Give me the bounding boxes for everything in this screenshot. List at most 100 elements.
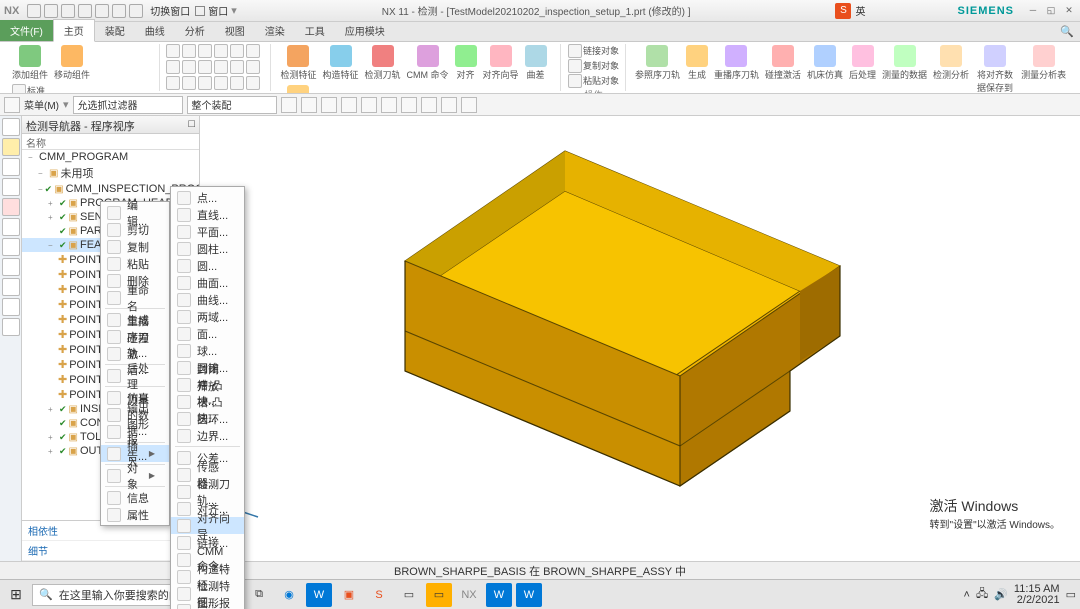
tray-notif-icon[interactable]: ▭ [1066,588,1076,601]
ref-path-button[interactable]: 参照序刀轨 [633,44,682,82]
menu-item[interactable]: 对齐向导... [171,517,244,534]
sogou-ime-icon[interactable]: S [835,3,851,19]
collision-button[interactable]: 碰撞激活 [763,44,803,82]
ime-label[interactable]: 英 [855,3,865,18]
menu-item[interactable]: 图形报告... [171,602,244,609]
insp-analysis-button[interactable]: 检测分析 [931,44,971,82]
close-button[interactable]: ✕ [1062,5,1076,17]
qat-switch-window[interactable]: 切换窗口 [150,3,190,18]
sm-icon[interactable] [214,76,228,90]
tab-tools[interactable]: 工具 [295,20,335,41]
menu-item[interactable]: 两域... [171,308,244,325]
menu-item[interactable]: 边界... [171,427,244,444]
ime-opt3-icon[interactable] [901,5,913,17]
qat-open-icon[interactable] [44,4,58,18]
start-button[interactable]: ⊞ [4,583,28,607]
rail-constraint-icon[interactable] [2,178,20,196]
opt-tool-10[interactable] [461,97,477,113]
task-folder-icon[interactable]: ▭ [426,583,452,607]
task-view-icon[interactable]: ⧉ [246,583,272,607]
sm-icon[interactable] [214,60,228,74]
ime-opt2-icon[interactable] [885,5,897,17]
rail-nav-icon[interactable] [2,118,20,136]
sm-icon[interactable] [198,44,212,58]
qat-undo-icon[interactable] [78,4,92,18]
filter-select[interactable]: 允选抓过滤器 [73,96,183,114]
menu-item[interactable]: 圆环... [171,410,244,427]
menu-item[interactable]: 平面... [171,223,244,240]
opt-tool-4[interactable] [341,97,357,113]
qat-save-icon[interactable] [61,4,75,18]
sm-icon[interactable] [166,60,180,74]
copy-obj-icon[interactable] [568,59,582,73]
rail-msr-icon[interactable] [2,318,20,336]
search-command-icon[interactable]: 🔍 [1054,22,1080,41]
menu-item[interactable]: 对象▶ [101,467,169,484]
paste-obj-icon[interactable] [568,74,582,88]
move-component-button[interactable]: 移动组件 [52,44,92,82]
qat-redo-icon[interactable] [95,4,109,18]
graph-report-button[interactable]: 图形报告 [278,84,318,94]
sm-icon[interactable] [182,44,196,58]
menu-item[interactable]: 曲面... [171,274,244,291]
opt-tool-3[interactable] [321,97,337,113]
menu-item[interactable]: 曲线... [171,291,244,308]
rail-help-icon[interactable] [2,278,20,296]
meas-data-button[interactable]: 测量的数据 [880,44,929,82]
menu-item[interactable]: 球... [171,342,244,359]
menu-item[interactable]: 圆... [171,257,244,274]
menu-dropdown[interactable]: 菜单(M) [24,97,59,112]
task-word3-icon[interactable]: W [516,583,542,607]
opt-tool-6[interactable] [381,97,397,113]
menu-item[interactable]: 后处理 [101,367,169,384]
qat-cut-icon[interactable] [112,4,126,18]
sm-icon[interactable] [198,76,212,90]
rail-reuse-icon[interactable] [2,198,20,216]
task-sogou-icon[interactable]: S [366,583,392,607]
generate-button[interactable]: 生成 [684,44,710,82]
rail-part-icon[interactable] [2,138,20,156]
opt-icon[interactable] [4,97,20,113]
menu-item[interactable]: 剪切 [101,221,169,238]
sm-icon[interactable] [182,60,196,74]
tree-root[interactable]: −CMM_PROGRAM [22,150,199,164]
menu-item[interactable]: 检测刀轨... [171,483,244,500]
rb-small-1[interactable] [12,84,26,94]
opt-tool-1[interactable] [281,97,297,113]
task-edge-icon[interactable]: ◉ [276,583,302,607]
menu-item[interactable]: 复制 [101,238,169,255]
opt-tool-9[interactable] [441,97,457,113]
window-icon[interactable] [195,6,205,16]
system-tray[interactable]: ˄ 🖧 🔊 11:15 AM 2/2/2021 ▭ [964,584,1076,606]
cmm-cmd-button[interactable]: CMM 命令 [405,44,451,82]
mtool-sim-button[interactable]: 机床仿真 [805,44,845,82]
qat-new-icon[interactable] [27,4,41,18]
sm-icon[interactable] [246,76,260,90]
graphics-canvas[interactable]: 激活 Windows 转到"设置"以激活 Windows。 [200,116,1080,561]
align-button[interactable]: 对齐 [453,44,479,82]
menu-item[interactable]: 点... [171,189,244,206]
ime-opt1-icon[interactable] [869,5,881,17]
tab-view[interactable]: 视图 [215,20,255,41]
menu-item[interactable]: 直线... [171,206,244,223]
ime-opt5-icon[interactable] [933,5,945,17]
tray-vol-icon[interactable]: 🔊 [994,588,1008,601]
opt-tool-8[interactable] [421,97,437,113]
tab-render[interactable]: 渲染 [255,20,295,41]
rail-ie-icon[interactable] [2,258,20,276]
file-menu[interactable]: 文件(F) [0,20,53,41]
qat-copy-icon[interactable] [129,4,143,18]
add-component-button[interactable]: 添加组件 [10,44,50,82]
sm-icon[interactable] [198,60,212,74]
sm-icon[interactable] [230,44,244,58]
menu-item[interactable]: 属性 [101,506,169,523]
menu-item[interactable]: 编辑... [101,204,169,221]
sm-icon[interactable] [230,76,244,90]
menu-item[interactable]: 粘贴 [101,255,169,272]
construct-feature-button[interactable]: 构造特征 [321,44,361,82]
tab-assembly[interactable]: 装配 [95,20,135,41]
sm-icon[interactable] [230,60,244,74]
save-align-button[interactable]: 将对齐数据保存到图形 [973,44,1017,94]
rail-hist-icon[interactable] [2,218,20,236]
insp-path-button[interactable]: 检测刀轨 [363,44,403,82]
